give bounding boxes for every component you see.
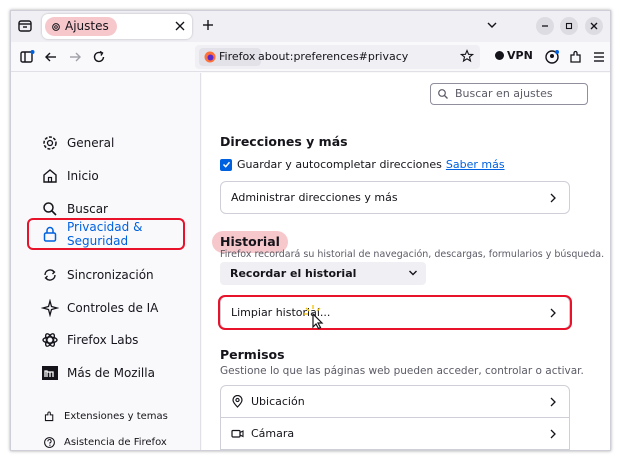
sidebar-item-label: Asistencia de Firefox [64, 436, 167, 448]
sidebar-item-label: General [67, 136, 115, 150]
gear-icon [52, 23, 60, 31]
help-icon [44, 436, 55, 448]
maximize-button[interactable] [560, 17, 578, 35]
permission-location[interactable]: Ubicación [220, 385, 570, 418]
mouse-pointer-icon [304, 305, 324, 329]
sidebar-item-sincronizacion[interactable]: Sincronización [27, 260, 185, 290]
back-arrow-icon[interactable] [43, 49, 59, 65]
bookmark-star-icon[interactable] [460, 49, 474, 63]
browser-window: Ajustes Firefox about:preferences#privac… [10, 10, 611, 451]
clear-history-highlight-box [218, 295, 572, 330]
sidebar-item-label: Extensiones y temas [64, 410, 168, 422]
sidebar: General Inicio Buscar Privacidad & Segur… [11, 73, 201, 450]
search-icon [43, 202, 57, 216]
tab-title: Ajustes [65, 19, 109, 33]
chevron-right-icon [550, 429, 556, 439]
sidebar-item-controles-ia[interactable]: Controles de IA [27, 293, 185, 323]
history-description: Firefox recordará su historial de navega… [220, 249, 605, 260]
sidebar-item-inicio[interactable]: Inicio [27, 161, 185, 191]
permission-camera[interactable]: Cámara [220, 417, 570, 450]
sync-icon [44, 269, 56, 281]
maximize-icon [565, 22, 573, 30]
permissions-heading: Permisos [220, 347, 285, 362]
preferences-content: Buscar en ajustes Direcciones y más Guar… [202, 73, 610, 450]
search-placeholder: Buscar en ajustes [455, 87, 553, 100]
vpn-label: VPN [507, 49, 533, 62]
tab-settings[interactable]: Ajustes [42, 14, 192, 39]
labs-icon [42, 333, 58, 347]
url-text[interactable]: about:preferences#privacy [258, 48, 408, 66]
manage-addresses-label: Administrar direcciones y más [231, 191, 398, 204]
chevron-down-icon[interactable] [486, 20, 498, 30]
permission-label: Cámara [251, 427, 295, 440]
checkmark-icon [222, 161, 230, 168]
sidebar-item-label: Firefox Labs [67, 333, 139, 347]
sparkle-icon [41, 299, 59, 317]
sidebar-item-firefox-labs[interactable]: Firefox Labs [27, 325, 185, 355]
chevron-right-icon [550, 193, 556, 203]
camera-icon [231, 429, 244, 438]
addresses-heading: Direcciones y más [220, 134, 348, 149]
sidebar-item-mas-mozilla[interactable]: Más de Mozilla [27, 358, 185, 388]
chevron-down-icon [409, 270, 417, 276]
close-icon [590, 22, 598, 30]
search-input[interactable]: Buscar en ajustes [430, 83, 588, 105]
reload-icon[interactable] [91, 49, 107, 65]
permission-label: Ubicación [251, 395, 305, 408]
manage-addresses-button[interactable]: Administrar direcciones y más [220, 181, 570, 214]
gear-icon [43, 136, 57, 150]
sidebar-item-general[interactable]: General [27, 128, 185, 158]
sidebar-item-asistencia[interactable]: Asistencia de Firefox [27, 427, 185, 450]
sidebar-item-label: Buscar [67, 202, 108, 216]
close-window-button[interactable] [585, 17, 603, 35]
addresses-autofill-row: Guardar y autocompletar direcciones Sabe… [220, 158, 505, 171]
selection-highlight-box [27, 218, 185, 250]
search-icon [438, 89, 448, 99]
minimize-icon [542, 25, 548, 27]
new-tab-icon[interactable] [201, 18, 215, 32]
extensions-icon[interactable] [568, 49, 584, 65]
history-mode-value: Recordar el historial [230, 267, 357, 280]
identity-box[interactable]: Firefox [199, 48, 262, 66]
firefox-logo-icon [204, 51, 216, 63]
minimize-button[interactable] [536, 17, 554, 35]
identity-label: Firefox [219, 50, 256, 63]
sidebar-item-label: Inicio [67, 169, 99, 183]
url-bar[interactable]: Firefox about:preferences#privacy [195, 45, 480, 69]
home-icon [43, 169, 57, 183]
puzzle-icon [44, 411, 54, 421]
vpn-icon [495, 51, 504, 60]
learn-more-link[interactable]: Saber más [446, 158, 505, 171]
sidebar-toggle-icon[interactable] [19, 49, 35, 65]
chevron-right-icon [550, 397, 556, 407]
account-icon[interactable] [544, 49, 560, 65]
history-mode-select[interactable]: Recordar el historial [220, 262, 426, 285]
vpn-button[interactable]: VPN [495, 48, 533, 64]
location-icon [232, 395, 243, 408]
tab-strip: Ajustes [11, 11, 610, 42]
close-icon[interactable] [174, 20, 186, 32]
sidebar-item-label: Sincronización [67, 268, 154, 282]
sidebar-item-label: Controles de IA [67, 301, 159, 315]
mozilla-icon [42, 366, 58, 380]
tab-title-highlight: Ajustes [45, 17, 117, 36]
tab-list-icon[interactable] [17, 18, 33, 34]
forward-arrow-icon[interactable] [67, 49, 83, 65]
menu-icon[interactable] [591, 49, 607, 65]
addresses-autofill-label: Guardar y autocompletar direcciones [237, 158, 442, 171]
addresses-autofill-checkbox[interactable] [220, 158, 232, 171]
permissions-description: Gestione lo que las páginas web pueden a… [220, 365, 584, 377]
sidebar-item-label: Más de Mozilla [67, 366, 155, 380]
